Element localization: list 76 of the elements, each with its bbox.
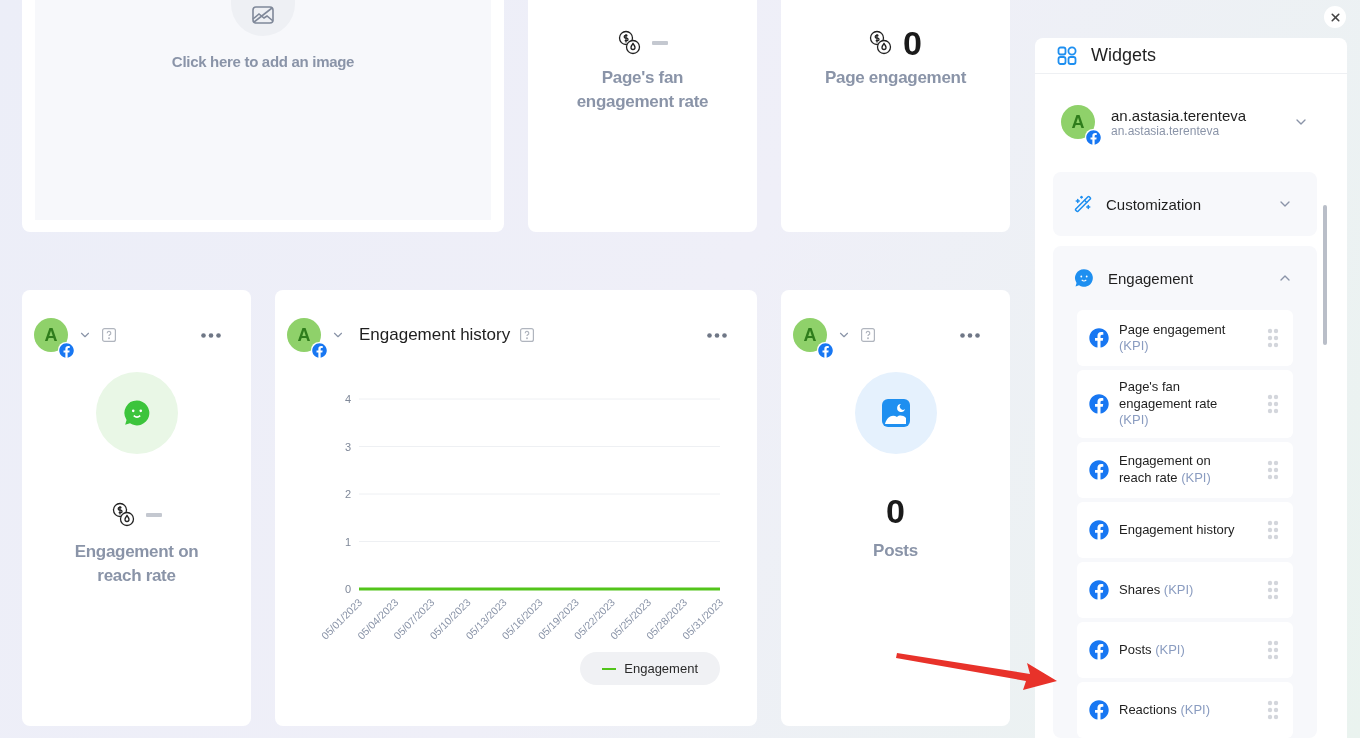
coins-icon [869,30,894,56]
drag-handle-icon[interactable] [1267,580,1279,600]
facebook-icon [1089,328,1109,349]
drag-handle-icon[interactable] [1267,460,1279,480]
section-header[interactable]: Customization [1053,172,1317,237]
widget-item[interactable]: Page engagement (KPI) [1077,310,1293,367]
widget-item[interactable]: Shares (KPI) [1077,562,1293,618]
no-value-dash [145,513,162,517]
widget-title: Engagement history [359,325,511,345]
avatar: A [1061,105,1095,140]
close-button[interactable] [1324,6,1346,28]
scrollbar[interactable] [1323,205,1327,345]
axis-label: 2 [344,488,351,500]
widget-item[interactable]: Page's fan engagement rate (KPI) [1077,370,1293,438]
kpi-label: Page engagement [825,67,966,89]
widget-item[interactable]: Posts (KPI) [1077,622,1293,678]
facebook-icon [311,342,327,358]
widget-name: Page's fan engagement rate (KPI) [1119,379,1219,429]
axis-label: 0 [344,583,351,595]
help-icon[interactable] [102,328,116,342]
widget-name: Reactions (KPI) [1119,701,1212,719]
kpi-value: 0 [886,492,905,531]
smile-icon [122,399,151,427]
image-icon [880,398,911,428]
widget-name: Shares (KPI) [1119,581,1195,599]
facebook-icon [1089,520,1109,540]
facebook-icon [1085,129,1101,145]
facebook-icon [1089,700,1109,720]
avatar: A [793,318,827,352]
widget-name: Posts (KPI) [1119,641,1186,659]
help-icon[interactable] [520,328,535,342]
widget-name: Engagement on reach rate (KPI) [1119,453,1212,487]
kpi-label: Page's fan engagement rate [575,67,710,113]
widget-name: Page engagement (KPI) [1119,321,1227,355]
facebook-icon [817,342,833,358]
panel-title: Widgets [1091,45,1157,67]
coins-icon [617,30,642,56]
drag-handle-icon[interactable] [1267,328,1279,349]
coins-icon [111,502,136,528]
drag-handle-icon[interactable] [1267,640,1279,660]
image-icon [252,6,274,24]
avatar: A [34,318,68,352]
legend: Engagement [580,652,720,685]
more-icon[interactable] [707,332,727,338]
widget-item[interactable]: Engagement on reach rate (KPI) [1077,442,1293,498]
drag-handle-icon[interactable] [1267,394,1279,415]
account-name: an.astasia.terenteva [1111,106,1248,124]
close-icon [1328,10,1342,24]
widgets-icon [1057,45,1077,66]
smile-icon [1074,268,1094,289]
more-icon[interactable] [960,332,980,338]
help-icon[interactable] [861,328,875,342]
more-icon[interactable] [201,332,221,338]
magic-wand-icon [1074,195,1092,214]
facebook-icon [1089,580,1109,600]
facebook-icon [58,342,74,358]
kpi-value: 0 [903,23,922,63]
account-handle: an.astasia.terenteva [1111,123,1221,138]
kpi-label: Engagement on reach rate [73,541,200,587]
section-header[interactable]: Engagement [1053,246,1317,311]
drag-handle-icon[interactable] [1267,700,1279,720]
facebook-icon [1089,394,1109,415]
add-image-text: Click here to add an image [171,52,355,72]
kpi-label: Posts [873,540,918,562]
axis-label: 3 [344,440,351,453]
facebook-icon [1089,640,1109,660]
facebook-icon [1089,460,1109,480]
widget-item[interactable]: Engagement history [1077,502,1293,558]
account-selector[interactable]: A an.astasia.terenteva an.astasia.terenteva [1061,103,1309,148]
axis-label: 4 [344,393,351,405]
avatar: A [287,318,321,352]
drag-handle-icon[interactable] [1267,520,1279,540]
widget-item[interactable]: Reactions (KPI) [1077,682,1293,738]
axis-label: 1 [344,535,351,548]
no-value-dash [651,41,668,45]
widget-name: Engagement history [1119,521,1236,539]
